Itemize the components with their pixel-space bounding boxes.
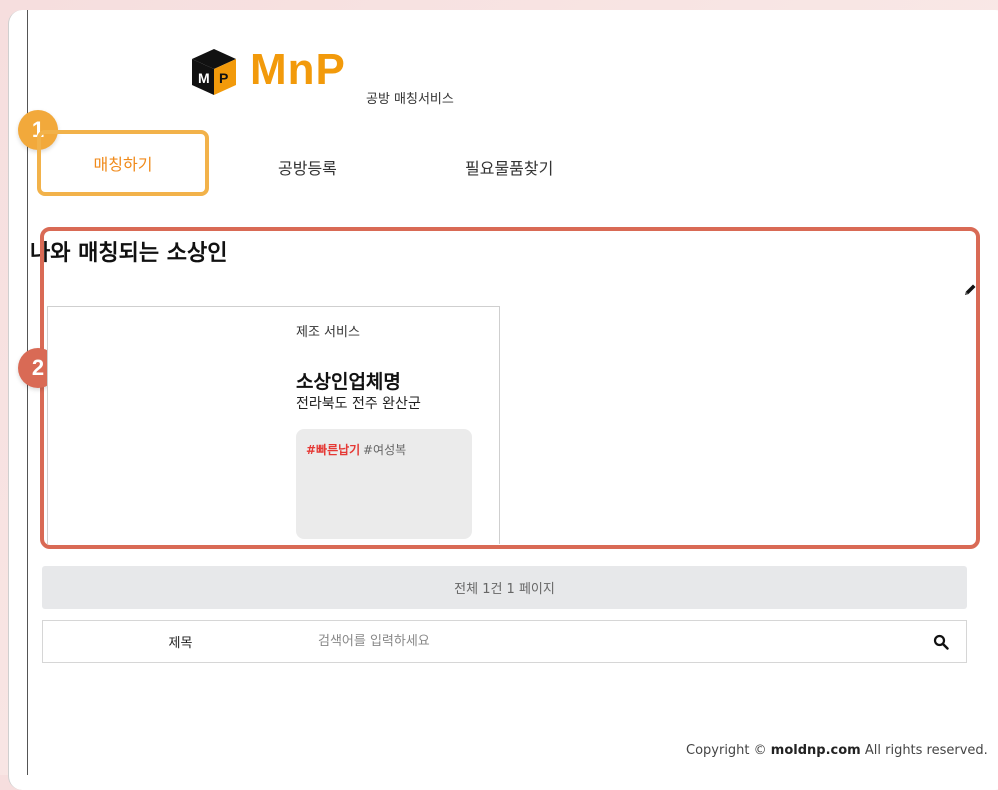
- tag-fast-delivery[interactable]: #빠른납기: [306, 441, 360, 458]
- footer-copyright: Copyright © moldnp.com All rights reserv…: [686, 743, 988, 758]
- search-icon[interactable]: [933, 634, 949, 650]
- nav-item-find-supplies[interactable]: 필요물품찾기: [465, 155, 553, 179]
- search-input[interactable]: [318, 621, 918, 662]
- logo-mark-icon: M P: [192, 49, 236, 95]
- card-location: 전라북도 전주 완산군: [296, 396, 421, 412]
- footer-suffix: All rights reserved.: [864, 743, 988, 758]
- card-tag-box: #빠른납기 #여성복: [296, 429, 472, 539]
- logo-subtitle: 공방 매칭서비스: [366, 92, 454, 107]
- search-field-select[interactable]: 제목: [43, 621, 318, 662]
- card-category: 제조 서비스: [296, 325, 360, 340]
- pagination-info: 전체 1건 1 페이지: [42, 566, 967, 609]
- search-bar: 제목: [42, 620, 967, 663]
- svg-text:P: P: [219, 70, 228, 86]
- svg-text:M: M: [198, 70, 210, 86]
- tag-womens-wear[interactable]: #여성복: [363, 441, 406, 458]
- footer-domain[interactable]: moldnp.com: [771, 743, 861, 758]
- nav-item-workshop-register[interactable]: 공방등록: [278, 155, 337, 179]
- pencil-icon[interactable]: [962, 282, 978, 298]
- footer-prefix: Copyright ©: [686, 743, 767, 758]
- merchant-card[interactable]: 제조 서비스 소상인업체명 전라북도 전주 완산군 #빠른납기 #여성복: [47, 306, 500, 544]
- card-merchant-name: 소상인업체명: [296, 371, 401, 393]
- logo-text: MnP: [250, 45, 346, 94]
- nav-item-matching[interactable]: 매칭하기: [37, 130, 209, 196]
